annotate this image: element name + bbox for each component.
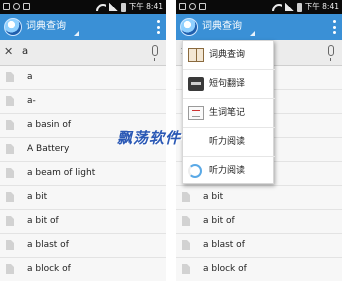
document-icon: [182, 240, 190, 250]
list-item[interactable]: a beam of light: [0, 162, 166, 186]
document-icon: [6, 240, 14, 250]
menu-item[interactable]: 生词笔记: [183, 99, 275, 128]
notification-icon: [3, 3, 10, 10]
blank-icon: [188, 135, 204, 149]
action-bar: 词典查询: [176, 14, 342, 40]
dictionary-book-icon: [188, 48, 204, 62]
mail-icon: [23, 3, 30, 10]
document-icon: [6, 168, 14, 178]
document-icon: [6, 264, 14, 274]
menu-item[interactable]: 词典查询: [183, 41, 275, 70]
list-item[interactable]: a bit of: [0, 210, 166, 234]
microphone-icon[interactable]: [152, 45, 158, 61]
menu-item-label: 词典查询: [209, 50, 246, 60]
action-bar: 词典查询: [0, 14, 166, 40]
list-item-label: a blast of: [27, 240, 69, 250]
list-item[interactable]: a bit: [176, 186, 342, 210]
list-item[interactable]: a blast of: [0, 234, 166, 258]
list-item-label: a beam of light: [27, 168, 96, 178]
document-icon: [6, 216, 14, 226]
document-icon: [182, 192, 190, 202]
menu-item[interactable]: 听力阅读: [183, 157, 275, 186]
signal-icon: [108, 3, 118, 11]
battery-icon: [120, 2, 126, 12]
search-input[interactable]: a: [22, 45, 28, 59]
signal-icon: [284, 3, 294, 11]
document-icon: [6, 72, 14, 82]
clear-icon[interactable]: ✕: [4, 45, 13, 59]
app-logo-icon[interactable]: [180, 18, 198, 36]
list-item-label: a-: [27, 96, 36, 106]
list-item[interactable]: a blast of: [176, 234, 342, 258]
mail-icon: [199, 3, 206, 10]
menu-item-label: 听力阅读: [209, 137, 246, 147]
dropdown-indicator-icon[interactable]: [250, 31, 255, 36]
list-item-label: a bit: [203, 192, 224, 202]
document-icon: [6, 96, 14, 106]
list-item[interactable]: a block of: [0, 258, 166, 281]
dropdown-indicator-icon[interactable]: [74, 31, 79, 36]
app-logo-icon[interactable]: [4, 18, 22, 36]
status-bar: 下午 8:41: [176, 0, 342, 14]
navigation-dropdown-menu: 词典查询 短句翻译 生词笔记 听力阅读 听力阅读: [182, 40, 275, 186]
notification-icon: [179, 3, 186, 10]
translate-icon: [188, 77, 204, 91]
menu-item-label: 生词笔记: [209, 108, 246, 118]
list-item-label: a blast of: [203, 240, 245, 250]
listening-icon: [188, 164, 202, 178]
overflow-menu-icon[interactable]: [332, 20, 336, 34]
list-item-label: a bit: [27, 192, 48, 202]
battery-icon: [296, 2, 302, 12]
list-item-label: a: [27, 72, 33, 82]
menu-item[interactable]: 短句翻译: [183, 70, 275, 99]
camera-icon: [189, 3, 196, 10]
menu-item[interactable]: 听力阅读: [183, 128, 275, 157]
camera-icon: [13, 3, 20, 10]
list-item-label: A Battery: [27, 144, 70, 154]
status-time: 下午 8:41: [128, 2, 163, 11]
status-time: 下午 8:41: [304, 2, 339, 11]
document-icon: [6, 120, 14, 130]
menu-item-label: 短句翻译: [209, 79, 246, 89]
word-list: a a-a basin of A Battery a beam of light a b…: [0, 66, 166, 281]
list-item-label: a block of: [203, 264, 247, 274]
list-item[interactable]: a bit of: [176, 210, 342, 234]
wifi-icon: [96, 4, 106, 11]
app-title[interactable]: 词典查询: [26, 20, 66, 34]
watermark-text: 飘荡软件: [117, 129, 182, 147]
list-item-label: a block of: [27, 264, 71, 274]
list-item[interactable]: a-: [0, 90, 166, 114]
list-item-label: a basin of: [27, 120, 72, 130]
document-icon: [182, 216, 190, 226]
menu-item-label: 听力阅读: [209, 166, 246, 176]
app-title[interactable]: 词典查询: [202, 20, 242, 34]
document-icon: [182, 264, 190, 274]
list-item-label: a bit of: [27, 216, 59, 226]
wifi-icon: [272, 4, 282, 11]
notebook-icon: [188, 106, 204, 120]
status-bar: 下午 8:41: [0, 0, 166, 14]
list-item[interactable]: a bit: [0, 186, 166, 210]
list-item[interactable]: a: [0, 66, 166, 90]
document-icon: [6, 192, 14, 202]
document-icon: [6, 144, 14, 154]
list-item[interactable]: a block of: [176, 258, 342, 281]
list-item-label: a bit of: [203, 216, 235, 226]
microphone-icon[interactable]: [328, 45, 334, 61]
overflow-menu-icon[interactable]: [156, 20, 160, 34]
search-bar: ✕ a: [0, 40, 166, 66]
